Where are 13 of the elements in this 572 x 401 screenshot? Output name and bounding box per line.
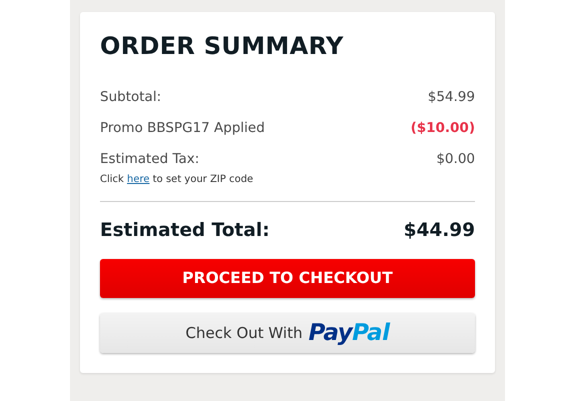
zip-link[interactable]: here [127,174,150,186]
line-label: Subtotal: [100,88,162,105]
total-amount: $44.99 [404,220,475,243]
line-amount: $0.00 [436,151,475,168]
total-label: Estimated Total: [100,220,270,243]
paypal-button[interactable]: Check Out With PayPal [100,312,475,354]
line-amount: ($10.00) [410,120,475,136]
checkout-button[interactable]: PROCEED TO CHECKOUT [100,258,475,298]
zip-code-note: Click here to set your ZIP code [100,173,254,188]
summary-title: ORDER SUMMARY [100,32,345,61]
line-label: Estimated Tax: [100,151,200,168]
line-amount: $54.99 [428,88,475,105]
line-label: Promo BBSPG17 Applied [100,120,265,136]
